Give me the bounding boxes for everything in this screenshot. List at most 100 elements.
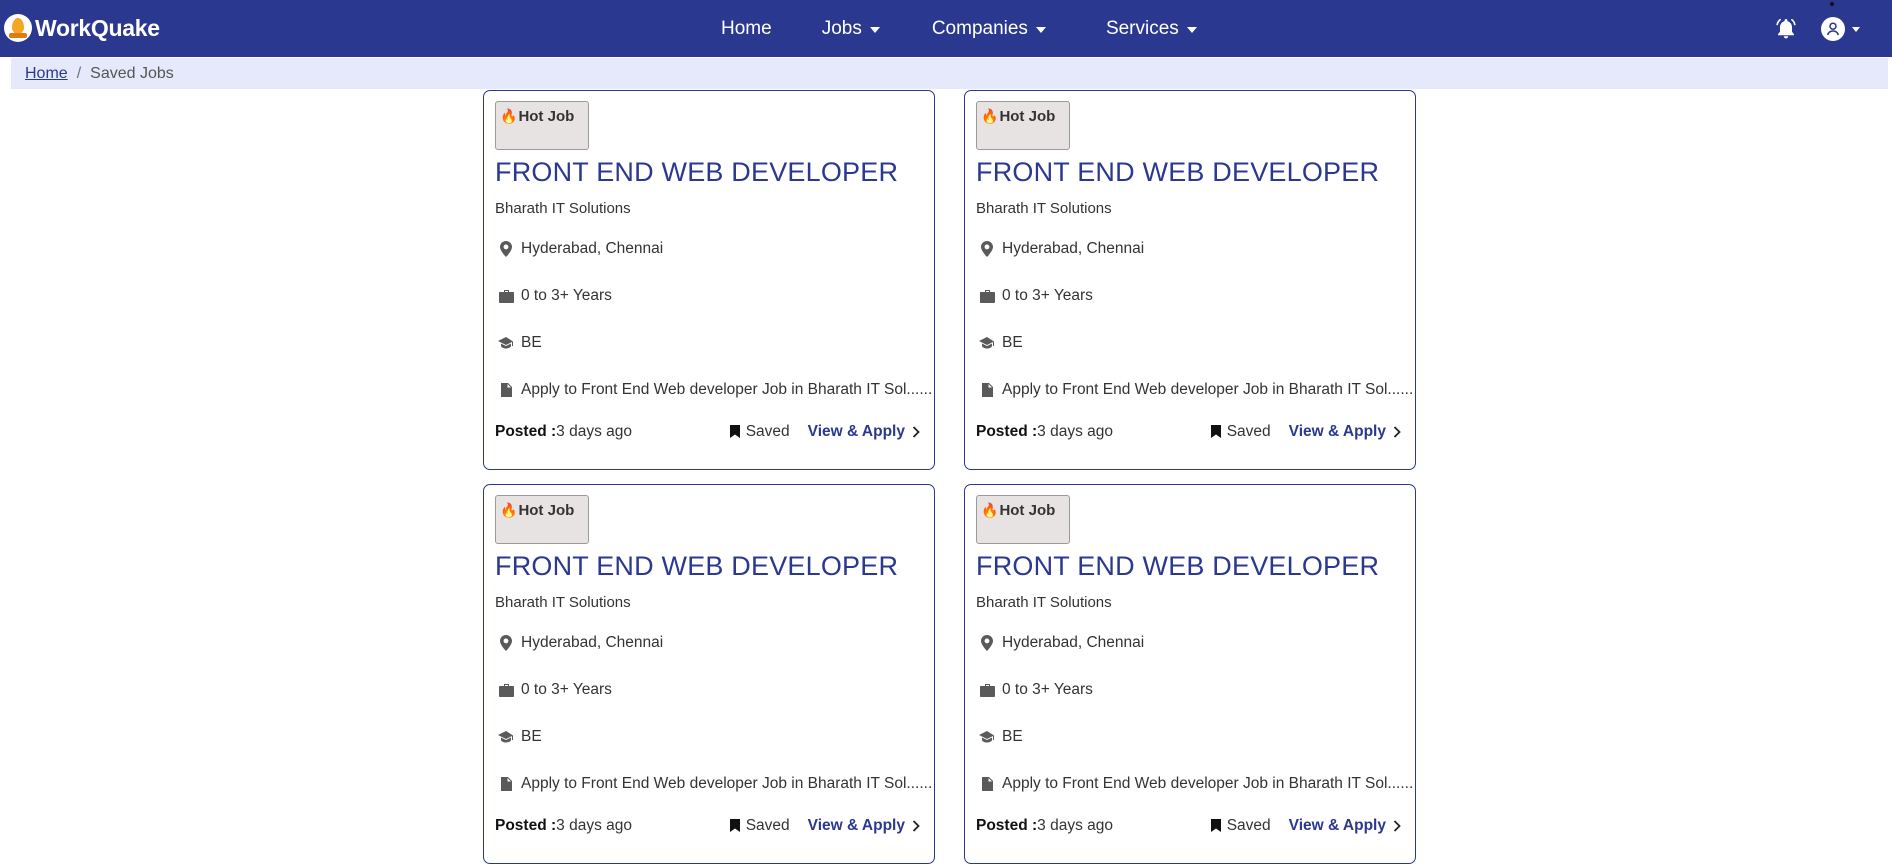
hot-job-badge: 🔥 Hot Job [495, 495, 589, 544]
user-avatar-icon [1821, 16, 1845, 41]
posted-value: 3 days ago [556, 423, 632, 440]
user-menu-dropdown[interactable] [1821, 1, 1860, 41]
job-location: Hyderabad, Chennai [498, 634, 663, 652]
main-nav: Home Jobs Companies Services [700, 0, 1197, 57]
job-title[interactable]: FRONT END WEB DEVELOPER [976, 551, 1379, 582]
bell-icon [1776, 18, 1796, 38]
chevron-down-icon [1035, 26, 1046, 33]
map-pin-icon [498, 241, 514, 257]
job-education-text: BE [521, 728, 542, 745]
bookmark-icon [1210, 425, 1223, 439]
bookmark-icon [729, 819, 742, 833]
job-experience-text: 0 to 3+ Years [1002, 287, 1093, 304]
graduation-cap-icon [498, 729, 514, 745]
saved-button[interactable]: Saved [1210, 423, 1271, 441]
status-dot [1830, 1, 1834, 6]
company-name: Bharath IT Solutions [976, 594, 1112, 611]
job-title[interactable]: FRONT END WEB DEVELOPER [495, 157, 898, 188]
job-description: Apply to Front End Web developer Job in … [979, 381, 1413, 399]
posted-label: Posted : [495, 423, 557, 440]
document-icon [498, 776, 514, 792]
posted-label: Posted : [976, 817, 1038, 834]
briefcase-icon [498, 682, 514, 698]
job-experience-text: 0 to 3+ Years [521, 287, 612, 304]
workquake-logo-icon [4, 14, 32, 42]
job-location-text: Hyderabad, Chennai [521, 240, 664, 257]
saved-button[interactable]: Saved [729, 817, 790, 835]
job-card-footer: Posted : 3 days ago Saved View & Apply [495, 817, 922, 835]
chevron-right-icon [1393, 426, 1403, 438]
document-icon [979, 776, 995, 792]
job-education-text: BE [521, 334, 542, 351]
nav-home-label: Home [721, 17, 772, 39]
company-name: Bharath IT Solutions [495, 200, 631, 217]
saved-button[interactable]: Saved [729, 423, 790, 441]
brand[interactable]: WorkQuake [4, 14, 160, 42]
job-location-text: Hyderabad, Chennai [1002, 634, 1145, 651]
posted-label: Posted : [976, 423, 1038, 440]
fire-icon: 🔥 [500, 502, 518, 518]
job-education: BE [498, 728, 542, 746]
job-title[interactable]: FRONT END WEB DEVELOPER [495, 551, 898, 582]
map-pin-icon [498, 635, 514, 651]
job-description: Apply to Front End Web developer Job in … [979, 775, 1413, 793]
job-title[interactable]: FRONT END WEB DEVELOPER [976, 157, 1379, 188]
posted-label: Posted : [495, 817, 557, 834]
job-description: Apply to Front End Web developer Job in … [498, 381, 932, 399]
job-location: Hyderabad, Chennai [979, 634, 1144, 652]
fire-icon: 🔥 [500, 108, 518, 124]
saved-label: Saved [1226, 817, 1271, 834]
job-card[interactable]: 🔥 Hot Job FRONT END WEB DEVELOPER Bharat… [483, 484, 935, 864]
nav-jobs-label: Jobs [821, 17, 862, 39]
graduation-cap-icon [979, 729, 995, 745]
bookmark-icon [1210, 819, 1223, 833]
saved-label: Saved [1226, 423, 1271, 440]
job-education: BE [979, 728, 1023, 746]
hot-job-label: Hot Job [999, 502, 1056, 519]
chevron-down-icon [1186, 26, 1197, 33]
job-card-footer: Posted : 3 days ago Saved View & Apply [976, 423, 1403, 441]
job-card[interactable]: 🔥 Hot Job FRONT END WEB DEVELOPER Bharat… [964, 484, 1416, 864]
top-navbar: WorkQuake Home Jobs Companies Services [0, 0, 1892, 57]
nav-services-dropdown[interactable]: Services [1106, 18, 1197, 40]
nav-companies-dropdown[interactable]: Companies [932, 18, 1046, 40]
notifications-button[interactable] [1773, 16, 1799, 42]
view-and-apply-link[interactable]: View & Apply [1289, 817, 1403, 835]
view-and-apply-link[interactable]: View & Apply [808, 817, 922, 835]
hot-job-label: Hot Job [518, 502, 575, 519]
chevron-right-icon [1393, 820, 1403, 832]
job-location: Hyderabad, Chennai [498, 240, 663, 258]
view-and-apply-link[interactable]: View & Apply [808, 423, 922, 441]
graduation-cap-icon [979, 335, 995, 351]
job-education-text: BE [1002, 728, 1023, 745]
view-and-apply-link[interactable]: View & Apply [1289, 423, 1403, 441]
saved-label: Saved [745, 423, 790, 440]
breadcrumb-home-link[interactable]: Home [25, 65, 68, 83]
breadcrumb-current: Saved Jobs [90, 64, 174, 82]
bookmark-icon [729, 425, 742, 439]
job-card[interactable]: 🔥 Hot Job FRONT END WEB DEVELOPER Bharat… [483, 90, 935, 470]
breadcrumb-separator: / [76, 64, 82, 82]
job-description-text: Apply to Front End Web developer Job in … [1002, 381, 1414, 398]
view-and-apply-label: View & Apply [807, 423, 905, 440]
job-description: Apply to Front End Web developer Job in … [498, 775, 932, 793]
document-icon [979, 382, 995, 398]
job-location: Hyderabad, Chennai [979, 240, 1144, 258]
brand-name: WorkQuake [35, 14, 160, 41]
map-pin-icon [979, 635, 995, 651]
job-experience: 0 to 3+ Years [498, 681, 612, 699]
document-icon [498, 382, 514, 398]
graduation-cap-icon [498, 335, 514, 351]
hot-job-label: Hot Job [999, 108, 1056, 125]
saved-button[interactable]: Saved [1210, 817, 1271, 835]
job-card-footer: Posted : 3 days ago Saved View & Apply [495, 423, 922, 441]
hot-job-badge: 🔥 Hot Job [976, 495, 1070, 544]
job-experience-text: 0 to 3+ Years [521, 681, 612, 698]
briefcase-icon [979, 288, 995, 304]
nav-home[interactable]: Home [721, 18, 772, 40]
job-card[interactable]: 🔥 Hot Job FRONT END WEB DEVELOPER Bharat… [964, 90, 1416, 470]
fire-icon: 🔥 [981, 502, 999, 518]
map-pin-icon [979, 241, 995, 257]
chevron-right-icon [912, 820, 922, 832]
nav-jobs-dropdown[interactable]: Jobs [822, 18, 880, 40]
